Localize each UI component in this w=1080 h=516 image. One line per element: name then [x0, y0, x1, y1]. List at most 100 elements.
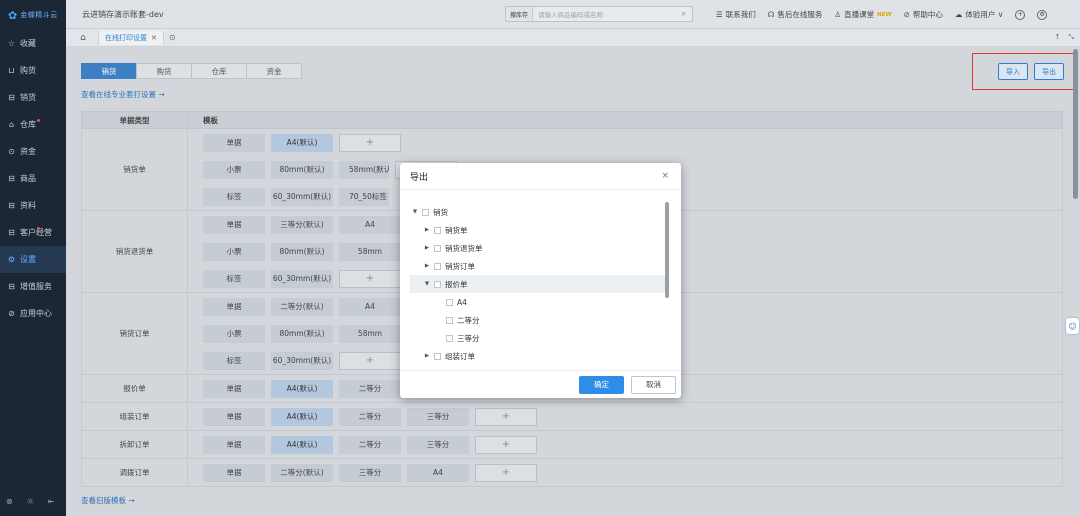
template-chip[interactable]: 三等分 — [407, 435, 469, 454]
home-icon[interactable]: ⌂ — [74, 33, 92, 43]
collapse-icon[interactable]: ⇤ — [48, 497, 55, 506]
template-chip[interactable]: 80mm(默认) — [271, 324, 333, 343]
tab-funds[interactable]: 资金 — [246, 63, 302, 79]
settings-icon[interactable]: ⚙ — [1037, 9, 1048, 20]
tree-node[interactable]: 二等分 — [410, 311, 669, 329]
scroll-top-icon[interactable]: ↑ — [1055, 33, 1061, 42]
template-chip[interactable]: 二等分 — [339, 379, 401, 398]
power-icon[interactable]: ⊗ — [6, 497, 13, 506]
template-chip[interactable]: 三等分 — [407, 407, 469, 426]
dialog-scrollbar[interactable] — [665, 202, 669, 298]
sidebar-item[interactable]: ☆ 收藏 — [0, 30, 66, 57]
sidebar-item[interactable]: ⚙ 设置 — [0, 246, 66, 273]
fullscreen-icon[interactable]: ⤡ — [1068, 33, 1074, 42]
sidebar-item[interactable]: ⊟ 销货 — [0, 84, 66, 111]
sidebar-item[interactable]: ⊟ 资料 — [0, 192, 66, 219]
tree-node[interactable]: A4 — [410, 293, 669, 311]
page-scrollbar[interactable] — [1073, 49, 1078, 199]
theme-icon[interactable]: ☼ — [27, 497, 34, 506]
export-button[interactable]: 导出 — [1034, 63, 1064, 80]
sidebar-item[interactable]: ⊟ 商品 — [0, 165, 66, 192]
search-icon[interactable]: ⌕ — [682, 9, 692, 19]
template-chip[interactable]: A4 — [339, 297, 401, 316]
template-chip[interactable]: A4(默认) — [271, 379, 333, 398]
template-chip[interactable]: 三等分 — [339, 463, 401, 482]
account-name[interactable]: 云进销存演示账套-dev — [82, 9, 164, 20]
tree-node[interactable]: ▶ 销货订单 — [410, 257, 669, 275]
sidebar-item[interactable]: ⌂ 仓库 — [0, 111, 66, 138]
tree-checkbox[interactable] — [434, 352, 441, 360]
template-chip[interactable]: 70_50标签 — [339, 187, 389, 206]
template-chip[interactable]: A4(默认) — [271, 407, 333, 426]
tab-print-settings[interactable]: 在线打印设置 ✕ — [98, 30, 164, 45]
template-chip[interactable]: 60_30mm(默认) — [271, 187, 333, 206]
add-template-button[interactable]: + — [475, 463, 537, 482]
add-template-button[interactable]: + — [339, 351, 401, 370]
caret-down-icon[interactable]: ▼ — [410, 209, 420, 215]
tree-node[interactable]: 三等分 — [410, 329, 669, 347]
add-template-button[interactable]: + — [475, 407, 537, 426]
template-chip[interactable]: 58mm — [339, 242, 401, 261]
template-chip[interactable]: 60_30mm(默认) — [271, 351, 333, 370]
template-chip[interactable]: 80mm(默认) — [271, 242, 333, 261]
sidebar-item[interactable]: ⊘ 应用中心 — [0, 300, 66, 327]
tree-checkbox[interactable] — [434, 280, 441, 288]
add-icon[interactable]: + — [1015, 9, 1026, 20]
confirm-button[interactable]: 确定 — [579, 375, 624, 394]
add-template-button[interactable]: + — [475, 435, 537, 454]
caret-right-icon[interactable]: ▶ — [422, 263, 432, 269]
tree-checkbox[interactable] — [446, 316, 453, 324]
template-chip[interactable]: A4(默认) — [271, 133, 333, 152]
contact-us-link[interactable]: ☰ 联系我们 — [716, 9, 756, 20]
caret-right-icon[interactable]: ▶ — [422, 227, 432, 233]
tree-checkbox[interactable] — [434, 226, 441, 234]
template-chip[interactable]: 80mm(默认) — [271, 160, 333, 179]
close-icon[interactable]: × — [661, 171, 669, 181]
template-chip[interactable]: 二等分 — [339, 407, 401, 426]
caret-right-icon[interactable]: ▶ — [422, 245, 432, 251]
template-chip[interactable]: A4(默认) — [271, 435, 333, 454]
sidebar-item[interactable]: ⊔ 购货 — [0, 57, 66, 84]
template-chip[interactable]: A4 — [339, 215, 401, 234]
tree-node[interactable]: ▶ 销货退货单 — [410, 239, 669, 257]
tree-checkbox[interactable] — [434, 262, 441, 270]
chat-assistant-icon[interactable]: ☺ — [1066, 318, 1079, 334]
template-chip[interactable]: 58mm — [339, 324, 401, 343]
tree-node[interactable]: ▼ 报价单 — [410, 275, 669, 293]
search-input[interactable]: 请输入商品编码或名称 — [533, 9, 682, 19]
stock-search[interactable]: 搜库存 请输入商品编码或名称 ⌕ — [505, 6, 693, 22]
template-chip[interactable]: 二等分 — [339, 435, 401, 454]
template-chip[interactable]: A4 — [407, 463, 469, 482]
tree-node[interactable]: ▼ 销货 — [410, 203, 669, 221]
tab-more-icon[interactable]: ⊙ — [169, 33, 176, 42]
sidebar-item[interactable]: ⊙ 资金 — [0, 138, 66, 165]
tree-checkbox[interactable] — [422, 208, 429, 216]
template-chip[interactable]: 二等分(默认) — [271, 297, 333, 316]
old-templates-link[interactable]: 查看旧版模板 → — [81, 495, 135, 506]
user-menu[interactable]: ☁ 体验用户 ∨ — [955, 9, 1003, 20]
tree-node[interactable]: ▶ 销货单 — [410, 221, 669, 239]
tree-checkbox[interactable] — [446, 334, 453, 342]
import-button[interactable]: 导入 — [998, 63, 1028, 80]
template-chip[interactable]: 58mm(默认) — [339, 160, 389, 179]
sidebar-item[interactable]: ⊟ 客户经营 — [0, 219, 66, 246]
template-chip[interactable]: 三等分(默认) — [271, 215, 333, 234]
cancel-button[interactable]: 取消 — [631, 375, 676, 394]
search-scope-label[interactable]: 搜库存 — [506, 7, 534, 21]
template-chip[interactable]: 60_30mm(默认) — [271, 269, 333, 288]
pro-print-settings-link[interactable]: 查看在线专业套打设置 → — [81, 89, 165, 100]
template-chip[interactable]: 二等分(默认) — [271, 463, 333, 482]
caret-down-icon[interactable]: ▼ — [422, 281, 432, 287]
tab-purchase[interactable]: 购货 — [136, 63, 192, 79]
tab-warehouse[interactable]: 仓库 — [191, 63, 247, 79]
tree-node[interactable]: ▶ 组装订单 — [410, 347, 669, 365]
help-center-link[interactable]: ⊘ 帮助中心 — [904, 9, 943, 20]
caret-right-icon[interactable]: ▶ — [422, 353, 432, 359]
sidebar-item[interactable]: ⊟ 增值服务 — [0, 273, 66, 300]
tab-sales[interactable]: 销货 — [81, 63, 137, 79]
add-template-button[interactable]: + — [339, 133, 401, 152]
live-class-link[interactable]: ♙ 直播课堂 NEW — [834, 9, 891, 20]
tree-checkbox[interactable] — [434, 244, 441, 252]
after-sales-link[interactable]: ☊ 售后在线服务 — [768, 9, 823, 20]
close-tab-icon[interactable]: ✕ — [151, 34, 157, 42]
